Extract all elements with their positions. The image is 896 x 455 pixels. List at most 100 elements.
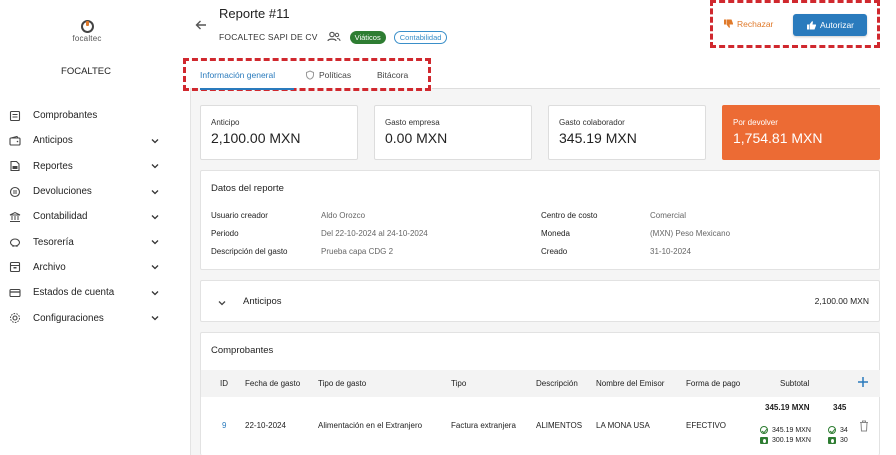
card-value: 1,754.81 MXN xyxy=(733,130,823,146)
chevron-down-icon xyxy=(151,138,159,144)
sidebar-item-label: Archivo xyxy=(33,261,66,273)
shield-icon xyxy=(306,70,314,80)
row-tipo: Factura extranjera xyxy=(451,421,516,430)
sidebar-item-label: Comprobantes xyxy=(33,110,98,122)
check-circle-icon xyxy=(760,426,768,434)
kv-value: Aldo Orozco xyxy=(321,211,366,220)
refund-icon xyxy=(9,186,21,198)
active-tab-indicator xyxy=(200,88,294,90)
credit-card-icon xyxy=(9,287,21,299)
sidebar-item-estados-de-cuenta[interactable]: Estados de cuenta xyxy=(0,280,172,305)
bank-icon xyxy=(9,211,21,223)
authorize-button[interactable]: Autorizar xyxy=(793,14,867,36)
tab-label: Información general xyxy=(200,70,276,80)
card-label: Por devolver xyxy=(733,118,778,127)
chevron-down-icon xyxy=(151,189,159,194)
anticipos-label: Anticipos xyxy=(243,296,282,307)
card-label: Gasto colaborador xyxy=(559,118,625,127)
sidebar-item-contabilidad[interactable]: Contabilidad xyxy=(0,204,172,229)
summary-card-por-devolver: Por devolver 1,754.81 MXN xyxy=(722,105,880,160)
th-tipo-gasto: Tipo de gasto xyxy=(318,379,367,388)
row-next-check: 34 xyxy=(828,426,850,434)
report-subtitle: FOCALTEC SAPI DE CV Viáticos Contabilida… xyxy=(219,29,448,45)
chevron-down-icon xyxy=(151,316,159,321)
cash-icon xyxy=(828,437,836,444)
tab-politicas[interactable]: Políticas xyxy=(305,70,351,80)
focaltec-logo[interactable]: focaltec xyxy=(62,20,112,43)
kv-periodo-value: Del 22-10-2024 al 24-10-2024 xyxy=(321,229,428,238)
sidebar-item-label: Configuraciones xyxy=(33,312,104,324)
sidebar-item-devoluciones[interactable]: Devoluciones xyxy=(0,179,172,204)
anticipos-total: 2,100.00 MXN xyxy=(814,296,869,306)
sidebar-item-tesoreria[interactable]: Tesorería xyxy=(0,229,172,254)
kv-centro-costo: Centro de costo xyxy=(541,211,597,220)
tab-informacion-general[interactable]: Información general xyxy=(200,70,275,80)
sidebar-item-archivo[interactable]: Archivo xyxy=(0,255,172,280)
kv-key: Centro de costo xyxy=(541,211,598,220)
thumb-up-icon xyxy=(806,20,816,29)
viaticos-chip: Viáticos xyxy=(349,30,386,44)
kv-usuario-creador-value: Aldo Orozco xyxy=(321,211,365,220)
kv-value: 31-10-2024 xyxy=(650,247,691,256)
kv-key: Usuario creador xyxy=(211,211,268,220)
card-label: Anticipo xyxy=(211,118,240,127)
kv-key: Creado xyxy=(541,247,568,256)
kv-value: Del 22-10-2024 al 24-10-2024 xyxy=(321,229,428,238)
comprobantes-title: Comprobantes xyxy=(211,345,274,356)
th-fecha: Fecha de gasto xyxy=(245,379,301,388)
sidebar-item-anticipos[interactable]: Anticipos xyxy=(0,128,172,153)
page-title: Reporte #11 xyxy=(219,6,290,21)
sidebar-item-label: Anticipos xyxy=(33,135,73,147)
card-value: 0.00 MXN xyxy=(385,130,448,146)
row-fecha: 22-10-2024 xyxy=(245,421,286,430)
cash-icon xyxy=(760,437,768,444)
comprobantes-table-header: ID Fecha de gasto Tipo de gasto Tipo Des… xyxy=(201,370,880,397)
tab-bitacora[interactable]: Bitácora xyxy=(377,70,408,80)
row-id-link[interactable]: 9 xyxy=(222,421,226,430)
piggy-bank-icon xyxy=(9,236,21,248)
card-label: Gasto empresa xyxy=(385,118,440,127)
summary-card-gasto-colaborador: Gasto colaborador 345.19 MXN xyxy=(548,105,706,160)
sidebar-item-label: Contabilidad xyxy=(33,211,88,223)
row-tipo-gasto: Alimentación en el Extranjero xyxy=(318,421,423,430)
sidebar-item-comprobantes[interactable]: Comprobantes xyxy=(0,103,172,128)
logo-text: focaltec xyxy=(72,34,102,43)
sidebar-item-label: Estados de cuenta xyxy=(33,287,115,299)
row-descripcion: ALIMENTOS xyxy=(536,421,583,430)
row-subtotal-cash: 300.19 MXN xyxy=(760,437,811,444)
tabs-divider xyxy=(432,88,880,89)
anticipos-accordion[interactable]: Anticipos 2,100.00 MXN xyxy=(200,280,880,322)
back-arrow-icon[interactable] xyxy=(194,18,208,32)
summary-card-anticipo: Anticipo 2,100.00 MXN xyxy=(200,105,358,160)
tab-label: Bitácora xyxy=(377,70,409,80)
kv-creado: Creado xyxy=(541,247,567,256)
reject-label: Rechazar xyxy=(737,18,774,29)
kv-periodo: Periodo xyxy=(211,229,239,238)
row-emisor: LA MONA USA xyxy=(596,421,650,430)
datos-del-reporte-panel: Datos del reporte Usuario creador Aldo O… xyxy=(200,170,880,270)
sidebar-item-reportes[interactable]: Reportes xyxy=(0,154,172,179)
sidebar-item-label: Tesorería xyxy=(33,236,74,248)
people-icon[interactable] xyxy=(326,29,342,45)
kv-moneda: Moneda xyxy=(541,229,570,238)
row-next-check-value: 34 xyxy=(840,426,848,434)
row-subtotal-check: 345.19 MXN xyxy=(760,426,811,434)
tab-label: Políticas xyxy=(319,70,352,80)
kv-descripcion: Descripción del gasto xyxy=(211,247,287,256)
summary-card-gasto-empresa: Gasto empresa 0.00 MXN xyxy=(374,105,532,160)
trash-icon[interactable] xyxy=(859,420,869,432)
row-forma-pago: EFECTIVO xyxy=(686,421,727,430)
kv-key: Descripción del gasto xyxy=(211,247,288,256)
kv-usuario-creador: Usuario creador xyxy=(211,211,268,220)
chevron-down-icon xyxy=(151,265,159,270)
sidebar-item-configuraciones[interactable]: Configuraciones xyxy=(0,305,172,330)
add-comprobante-button[interactable] xyxy=(857,376,869,388)
check-circle-icon xyxy=(828,426,836,434)
sidebar-menu: Comprobantes Anticipos Reportes Devoluci… xyxy=(0,103,172,331)
chevron-down-icon xyxy=(151,214,159,220)
contabilidad-chip: Contabilidad xyxy=(393,30,448,44)
reject-button[interactable]: Rechazar xyxy=(723,18,773,29)
logo-icon xyxy=(80,20,94,33)
gear-icon xyxy=(9,312,21,324)
kv-value: (MXN) Peso Mexicano xyxy=(650,229,731,238)
